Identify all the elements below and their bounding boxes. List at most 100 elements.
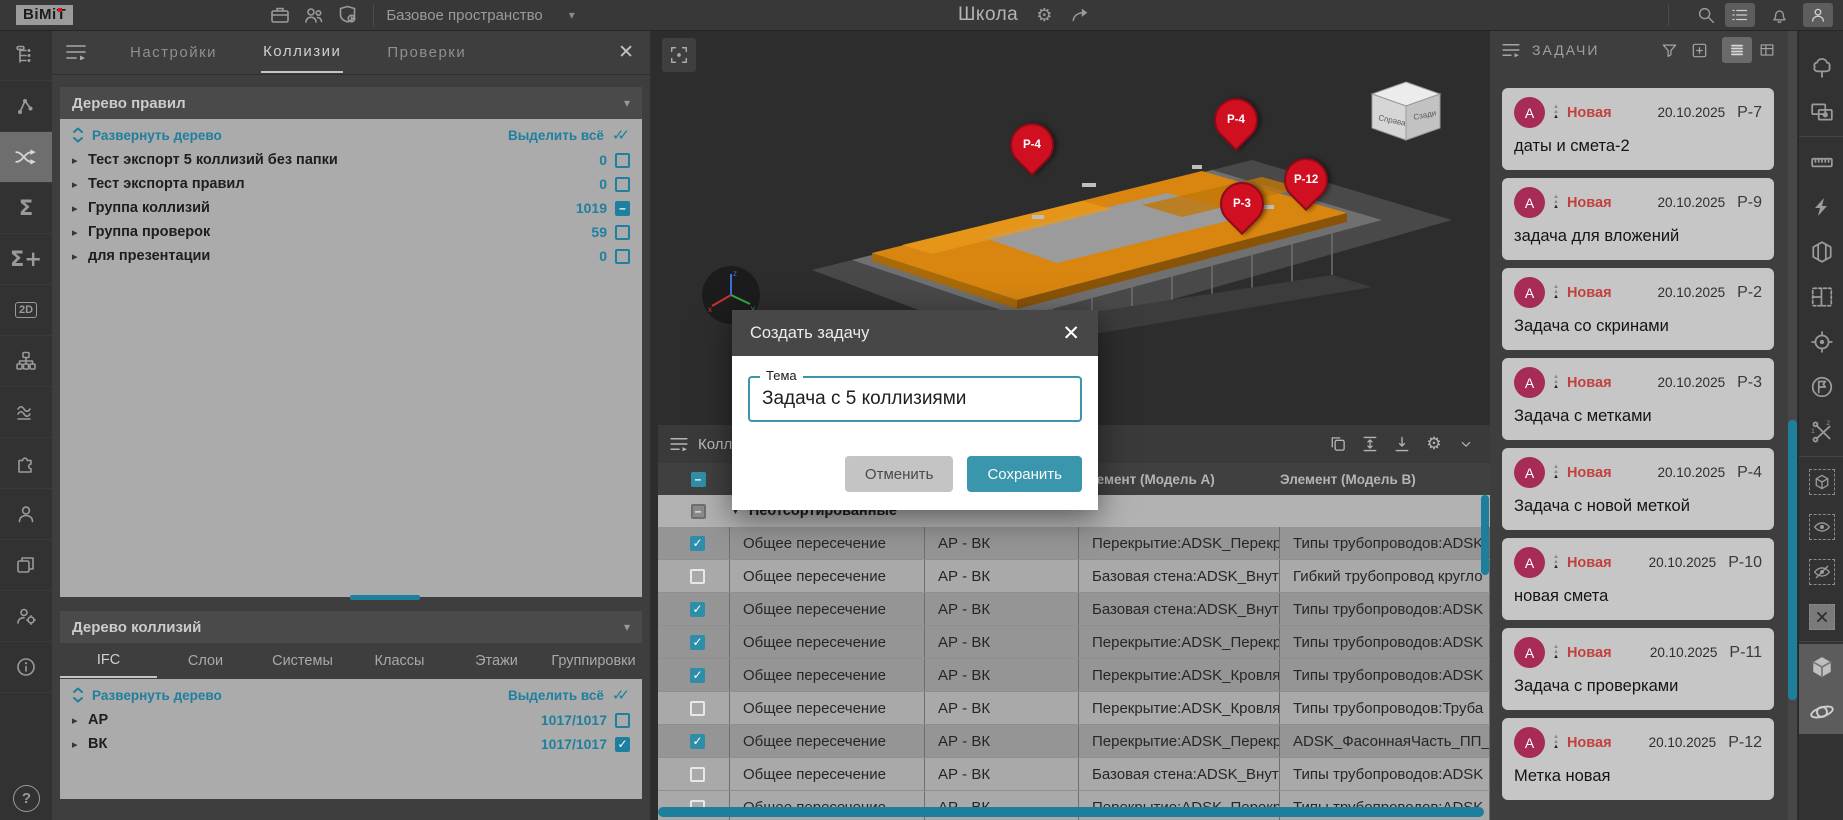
close-panel-icon[interactable]: ✕ [618, 41, 634, 64]
save-button[interactable]: Сохранить [967, 456, 1082, 492]
tab-layers[interactable]: Слои [157, 645, 254, 677]
task-card[interactable]: A ▲▲▲ Новая 20.10.2025 P-7 даты и смета-… [1502, 88, 1774, 170]
row-checkbox[interactable] [690, 767, 705, 782]
caret-right-icon[interactable]: ▸ [72, 178, 88, 191]
tasks-scrollbar-thumb[interactable] [1788, 420, 1797, 700]
flag-icon[interactable] [1799, 364, 1843, 409]
row-checkbox[interactable] [690, 536, 705, 551]
item-checkbox[interactable] [615, 225, 630, 240]
hide-selection-eye-slash-icon[interactable] [1799, 549, 1843, 594]
tasks-scrollbar[interactable] [1788, 30, 1797, 820]
sum-plus-icon[interactable]: Σ+ [0, 234, 52, 285]
navigation-cube[interactable]: Справа Сзади [1368, 78, 1444, 149]
task-card[interactable]: A ▲▲▲ Новая 20.10.2025 P-4 Задача с ново… [1502, 448, 1774, 530]
expand-tree-button[interactable]: Развернуть дерево [72, 127, 222, 143]
table-row[interactable]: Общее пересечениеАР - ВК Перекрытие:ADSK… [658, 527, 1490, 560]
group-checkbox[interactable] [691, 504, 706, 519]
sheets-2d-icon[interactable]: 2D [0, 285, 52, 336]
hierarchy-icon[interactable] [0, 336, 52, 387]
floor-plan-icon[interactable] [1799, 274, 1843, 319]
info-icon[interactable] [0, 642, 52, 693]
project-settings-gear-icon[interactable]: ⚙ [1036, 5, 1052, 26]
copy-rows-icon[interactable] [1322, 435, 1354, 453]
focus-model-button[interactable] [662, 38, 696, 72]
caret-right-icon[interactable]: ▸ [72, 202, 88, 215]
rules-tree-item[interactable]: ▸ Группа коллизий 1019 [60, 196, 642, 220]
caret-right-icon[interactable]: ▸ [72, 154, 88, 167]
collisions-tree-collapse-icon[interactable]: ▾ [624, 620, 630, 634]
section-box-icon[interactable] [1799, 229, 1843, 274]
item-checkbox[interactable] [615, 713, 630, 728]
task-card[interactable]: A ▲▲▲ Новая 20.10.2025 P-2 Задача со скр… [1502, 268, 1774, 350]
tab-classes[interactable]: Классы [351, 645, 448, 677]
dialog-header[interactable]: Создать задачу ✕ [732, 310, 1098, 356]
table-row[interactable]: Общее пересечениеАР - ВК Перекрытие:ADSK… [658, 659, 1490, 692]
collisions-tool-icon[interactable] [0, 132, 52, 183]
table-row[interactable]: Общее пересечениеАР - ВК Базовая стена:A… [658, 758, 1490, 791]
table-vertical-scrollbar[interactable] [1481, 495, 1489, 575]
topic-input[interactable] [750, 378, 1104, 420]
task-card[interactable]: A ▲▲▲ Новая 20.10.2025 P-12 Метка новая [1502, 718, 1774, 800]
task-card[interactable]: A ▲▲▲ Новая 20.10.2025 P-9 задача для вл… [1502, 178, 1774, 260]
user-settings-icon[interactable] [0, 591, 52, 642]
shaded-view-icon[interactable] [1799, 644, 1843, 689]
rules-tree-item[interactable]: ▸ Тест экспорта правил 0 [60, 172, 642, 196]
column-header-model-b[interactable]: Элемент (Модель B) [1280, 463, 1490, 495]
caret-right-icon[interactable]: ▸ [72, 738, 88, 751]
show-selection-eye-icon[interactable] [1799, 504, 1843, 549]
tab-checks[interactable]: Проверки [385, 33, 468, 72]
notifications-bell-icon[interactable] [1764, 3, 1794, 27]
collapse-table-chevron-icon[interactable] [1450, 436, 1482, 452]
caret-right-icon[interactable]: ▸ [72, 226, 88, 239]
row-checkbox[interactable] [690, 701, 705, 716]
table-row[interactable]: Общее пересечениеАР - ВК Перекрытие:ADSK… [658, 626, 1490, 659]
workspace-caret-icon[interactable]: ▾ [569, 8, 575, 22]
cancel-button[interactable]: Отменить [845, 456, 954, 492]
section-flash-icon[interactable] [1799, 184, 1843, 229]
task-card[interactable]: A ▲▲▲ Новая 20.10.2025 P-10 новая смета [1502, 538, 1774, 620]
isolate-selection-icon[interactable] [1799, 459, 1843, 504]
tasks-menu-icon[interactable] [1502, 43, 1520, 57]
tab-collisions[interactable]: Коллизии [261, 32, 343, 73]
help-icon[interactable]: ? [13, 785, 40, 812]
dialog-close-icon[interactable]: ✕ [1062, 321, 1080, 346]
table-row[interactable]: Общее пересечениеАР - ВК Базовая стена:A… [658, 560, 1490, 593]
collisions-tree-item[interactable]: ▸ АР 1017/1017 [60, 708, 642, 732]
expand-tree-button[interactable]: Развернуть дерево [72, 687, 222, 703]
row-checkbox[interactable] [690, 734, 705, 749]
panel-resize-grip[interactable] [350, 595, 420, 600]
charts-icon[interactable] [0, 387, 52, 438]
collections-icon[interactable] [0, 540, 52, 591]
task-card[interactable]: A ▲▲▲ Новая 20.10.2025 P-3 Задача с метк… [1502, 358, 1774, 440]
panel-menu-icon[interactable] [66, 44, 86, 60]
selection-path-icon[interactable] [0, 81, 52, 132]
user-icon[interactable] [0, 489, 52, 540]
split-cut-icon[interactable]: 12 [1799, 409, 1843, 454]
select-all-button[interactable]: Выделить всё ✓✓ [508, 686, 630, 704]
fit-rows-icon[interactable] [1386, 435, 1418, 453]
select-all-checkbox[interactable] [691, 472, 706, 487]
row-height-icon[interactable] [1354, 435, 1386, 453]
table-row[interactable]: Общее пересечениеАР - ВК Базовая стена:A… [658, 593, 1490, 626]
projects-briefcase-icon[interactable] [263, 2, 297, 28]
rules-tree-item[interactable]: ▸ для презентации 0 [60, 244, 642, 268]
rules-tree-collapse-icon[interactable]: ▾ [624, 96, 630, 110]
environment-tree-icon[interactable] [1799, 44, 1843, 89]
tab-systems[interactable]: Системы [254, 645, 351, 677]
workspace-selector[interactable]: Базовое пространство [386, 7, 542, 24]
orbit-icon[interactable] [1799, 689, 1843, 734]
rules-tree-item[interactable]: ▸ Тест экспорт 5 коллизий без папки 0 [60, 148, 642, 172]
locate-target-icon[interactable] [1799, 319, 1843, 364]
clear-selection-icon[interactable] [1799, 594, 1843, 639]
table-view-icon[interactable] [1752, 37, 1782, 63]
plugins-puzzle-icon[interactable] [0, 438, 52, 489]
rules-tree-header[interactable]: Дерево правил ▾ [60, 87, 642, 119]
tab-ifc[interactable]: IFC [60, 644, 157, 678]
team-users-icon[interactable] [297, 2, 331, 28]
item-checkbox[interactable] [615, 249, 630, 264]
sum-icon[interactable]: Σ [0, 183, 52, 234]
row-checkbox[interactable] [690, 569, 705, 584]
task-card[interactable]: A ▲▲▲ Новая 20.10.2025 P-11 Задача с про… [1502, 628, 1774, 710]
row-checkbox[interactable] [690, 635, 705, 650]
tab-groupings[interactable]: Группировки [545, 645, 642, 677]
